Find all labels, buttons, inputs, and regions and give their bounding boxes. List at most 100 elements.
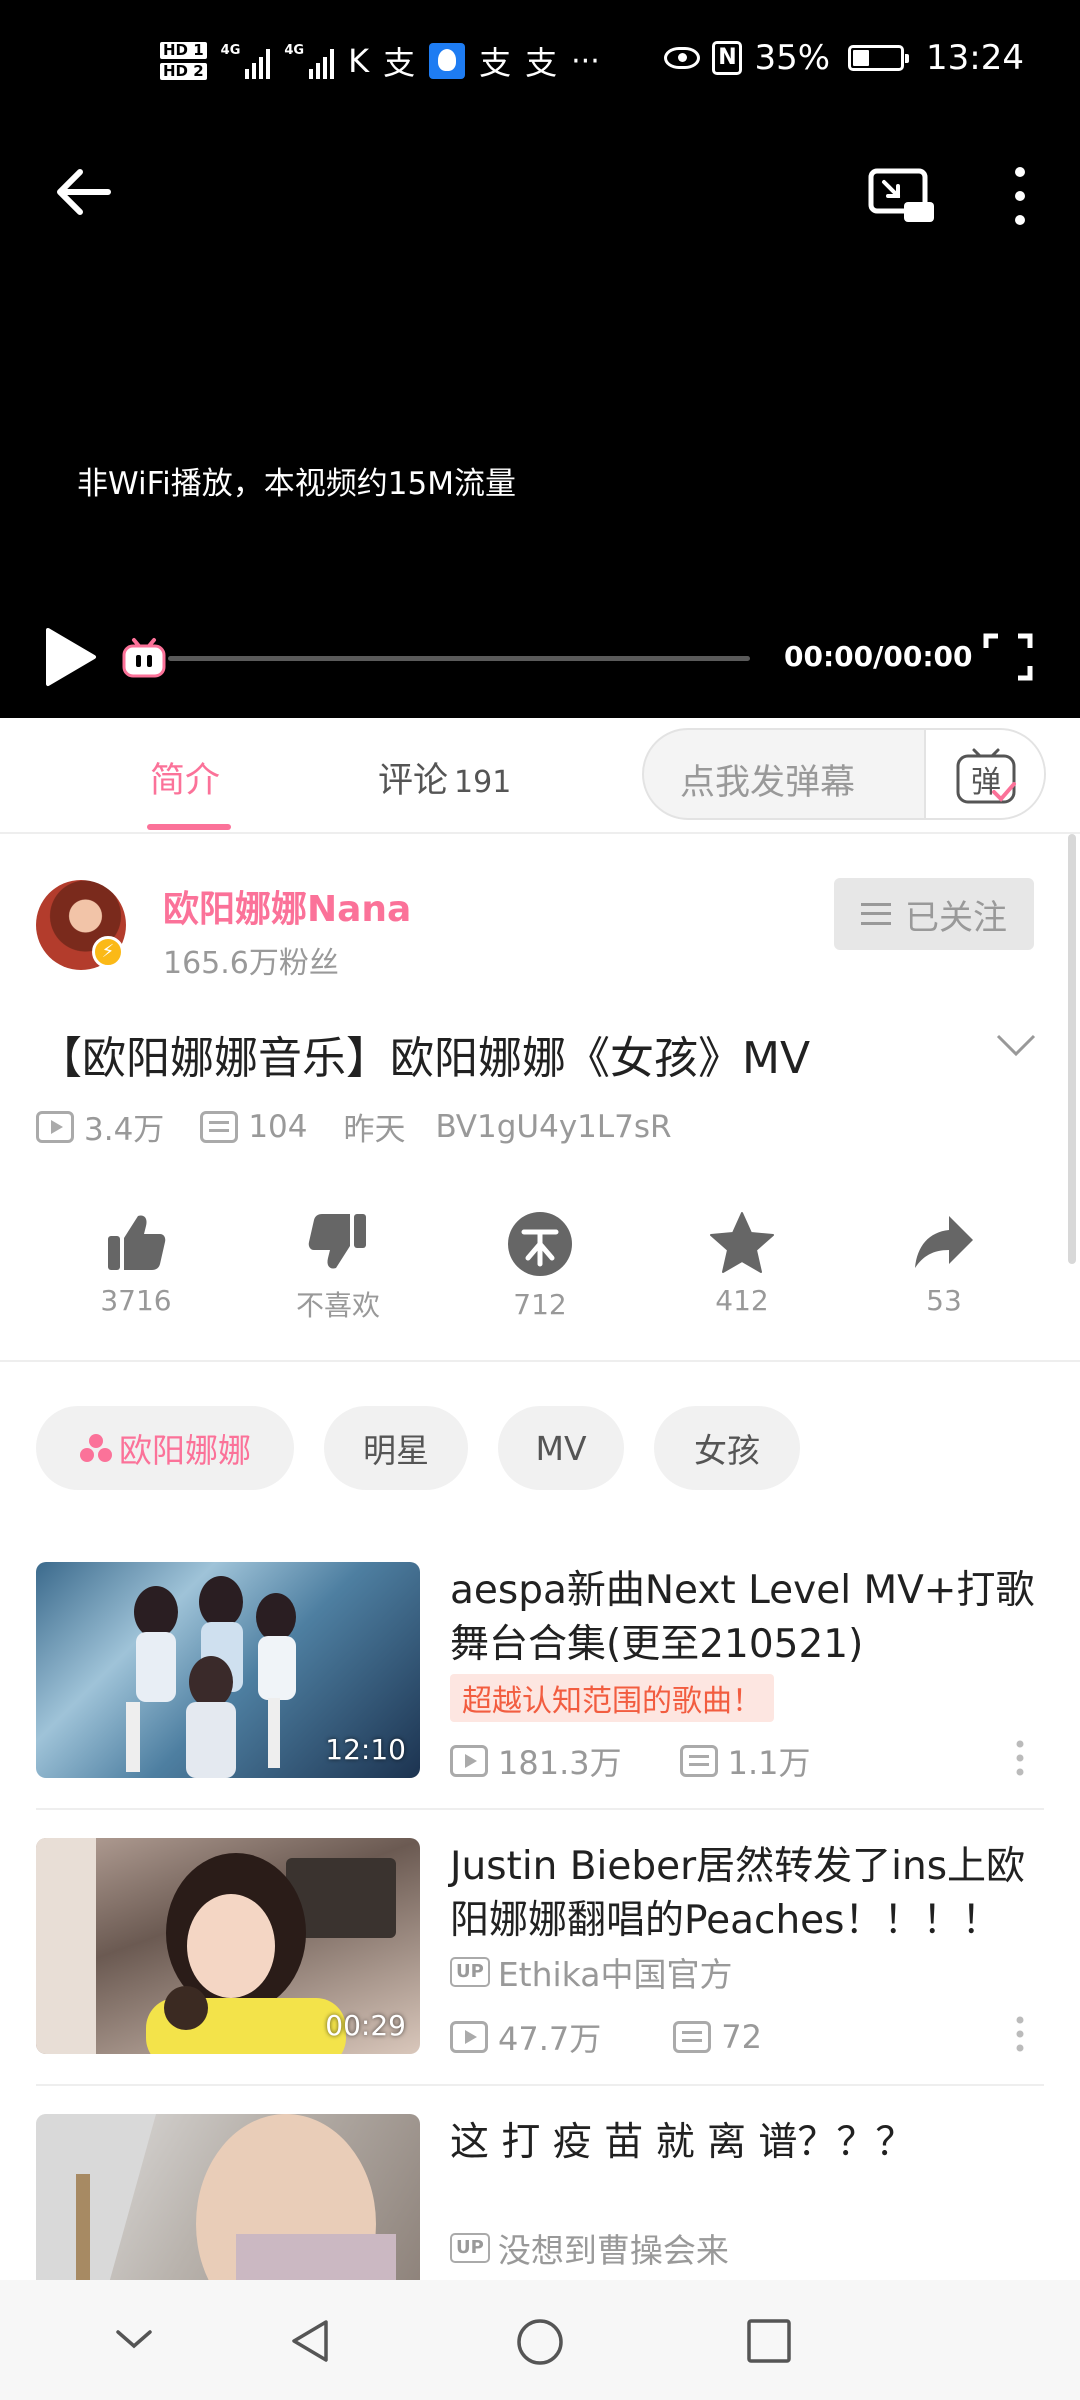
video-meta: 3.4万 104 昨天 BV1gU4y1L7sR: [36, 1104, 672, 1149]
verified-badge-icon: ⚡: [92, 936, 124, 968]
recommendation-uploader: UP 没想到曹操会来: [450, 2224, 729, 2272]
recommendation-title: 这 打 疫 苗 就 离 谱？？？: [450, 2120, 915, 2165]
more-options-icon[interactable]: [1000, 164, 1040, 228]
uploader-name: Ethika中国官方: [497, 1955, 733, 1994]
thumbs-up-icon: [108, 1215, 166, 1270]
list-item[interactable]: 00:29 Justin Bieber居然转发了ins上欧阳娜娜翻唱的Peach…: [36, 1838, 1046, 2058]
view-count: 47.7万: [498, 2020, 602, 2058]
follow-button-label: 已关注: [905, 897, 1007, 938]
alipay-icon: 支: [525, 44, 558, 82]
uploader-name[interactable]: 欧阳娜娜Nana: [163, 880, 411, 932]
tag-label: 欧阳娜娜: [119, 1431, 251, 1470]
alipay-icon: 支: [479, 44, 512, 82]
battery-percent: 35%: [754, 38, 831, 78]
tag-chip[interactable]: MV: [498, 1406, 624, 1490]
recommendation-badge: 超越认知范围的歌曲！: [450, 1674, 774, 1722]
up-icon: UP: [450, 2233, 490, 2263]
chevron-down-icon[interactable]: [994, 1030, 1038, 1060]
tag-chip[interactable]: 女孩: [654, 1406, 800, 1490]
play-count-icon: [450, 1745, 488, 1777]
signal-icon: 4G: [284, 43, 335, 79]
coin-icon: [508, 1212, 572, 1276]
community-icon: [80, 1434, 112, 1462]
share-arrow-icon: [915, 1216, 973, 1268]
recommendation-stats: 181.3万 1.1万: [450, 1738, 811, 1784]
danmaku-count-icon: [679, 1745, 718, 1777]
back-arrow-icon[interactable]: [52, 162, 112, 222]
active-tab-indicator: [147, 824, 231, 830]
clock: 13:24: [926, 38, 1024, 78]
list-item[interactable]: 12:10 aespa新曲Next Level MV+打歌舞台合集(更至2105…: [36, 1562, 1046, 1782]
list-item[interactable]: 这 打 疫 苗 就 离 谱？？？ UP 没想到曹操会来: [36, 2114, 1046, 2280]
danmaku-input[interactable]: 点我发弹幕 弹: [642, 728, 1046, 820]
uploader-name: 没想到曹操会来: [497, 2231, 729, 2270]
hd2-label: HD 2: [160, 63, 207, 80]
recommendation-stats: 47.7万 72: [450, 2014, 762, 2060]
danmaku-placeholder: 点我发弹幕: [680, 763, 856, 803]
signal-icon: 4G: [221, 43, 271, 79]
tag-chip[interactable]: 明星: [324, 1406, 468, 1490]
nav-recents-icon[interactable]: [744, 2316, 794, 2366]
video-player[interactable]: HD 1 HD 2 4G 4G K 支 支 支 ··· N 35% 13:24: [0, 0, 1080, 718]
nav-home-icon[interactable]: [514, 2316, 566, 2368]
danmaku-count: 72: [721, 2018, 762, 2056]
publish-date: 昨天: [343, 1112, 406, 1148]
qq-icon: [429, 43, 466, 79]
danmaku-count: 1.1万: [727, 1744, 811, 1782]
favorite-count: 412: [715, 1284, 769, 1317]
list-divider: [36, 1808, 1044, 1810]
section-divider: [0, 1360, 1080, 1362]
like-count: 3716: [100, 1284, 172, 1317]
progress-knob-icon[interactable]: [120, 636, 168, 678]
coin-count: 712: [513, 1288, 567, 1321]
network-type-2: 4G: [284, 43, 305, 58]
hide-keyboard-icon[interactable]: [112, 2324, 156, 2354]
uploader-fans: 165.6万粉丝: [163, 946, 339, 981]
data-usage-notice: 非WiFi播放，本视频约15M流量: [77, 466, 516, 502]
like-button[interactable]: 3716: [66, 1210, 206, 1317]
view-count: 3.4万: [84, 1112, 165, 1148]
thumbs-down-icon: [308, 1214, 366, 1269]
video-thumbnail: 12:10: [36, 1562, 420, 1778]
cast-screen-icon[interactable]: [868, 168, 934, 224]
danmaku-toggle-button[interactable]: 弹: [924, 730, 1044, 818]
scrollbar[interactable]: [1068, 834, 1076, 1264]
battery-icon: [848, 45, 910, 71]
video-duration: 00:29: [325, 2009, 406, 2042]
tab-comments-count: 191: [454, 765, 512, 800]
share-button[interactable]: 53: [874, 1210, 1014, 1317]
network-type-1: 4G: [220, 43, 241, 58]
tag-chip[interactable]: 欧阳娜娜: [36, 1406, 294, 1490]
progress-bar[interactable]: [168, 656, 750, 661]
recommendation-uploader: UP Ethika中国官方: [450, 1948, 732, 1996]
dislike-button[interactable]: 不喜欢: [268, 1210, 408, 1324]
danmaku-count: 104: [248, 1108, 308, 1145]
video-title: 【欧阳娜娜音乐】欧阳娜娜《女孩》MV: [38, 1033, 811, 1084]
thumbnail-art: [36, 2114, 396, 2280]
play-icon[interactable]: [42, 626, 98, 688]
danmaku-count-icon: [673, 2021, 712, 2053]
dislike-label: 不喜欢: [295, 1289, 380, 1322]
more-options-icon[interactable]: [1014, 2014, 1026, 2054]
nav-back-icon[interactable]: [284, 2316, 334, 2366]
alipay-icon: 支: [383, 44, 416, 82]
coin-button[interactable]: 712: [470, 1210, 610, 1321]
list-divider: [36, 2084, 1044, 2086]
follow-button[interactable]: 已关注: [834, 878, 1034, 950]
tab-intro[interactable]: 简介: [150, 752, 220, 803]
eye-comfort-icon: [664, 47, 701, 69]
share-count: 53: [926, 1284, 962, 1317]
recommendation-title: Justin Bieber居然转发了ins上欧阳娜娜翻唱的Peaches！！！！: [450, 1844, 1026, 1943]
favorite-button[interactable]: 412: [672, 1210, 812, 1317]
tab-comments-label: 评论: [378, 761, 449, 801]
more-options-icon[interactable]: [1014, 1738, 1026, 1778]
play-count-icon: [450, 2021, 488, 2053]
video-duration: 12:10: [325, 1733, 406, 1766]
notification-app-icon: K: [348, 42, 370, 80]
play-count-icon: [36, 1110, 74, 1143]
fullscreen-icon[interactable]: [982, 632, 1034, 682]
tab-comments[interactable]: 评论 191: [378, 752, 511, 803]
tab-bar: 简介 评论 191 点我发弹幕 弹: [0, 718, 1080, 834]
bv-id: BV1gU4y1L7sR: [435, 1108, 672, 1145]
up-icon: UP: [450, 1957, 490, 1987]
